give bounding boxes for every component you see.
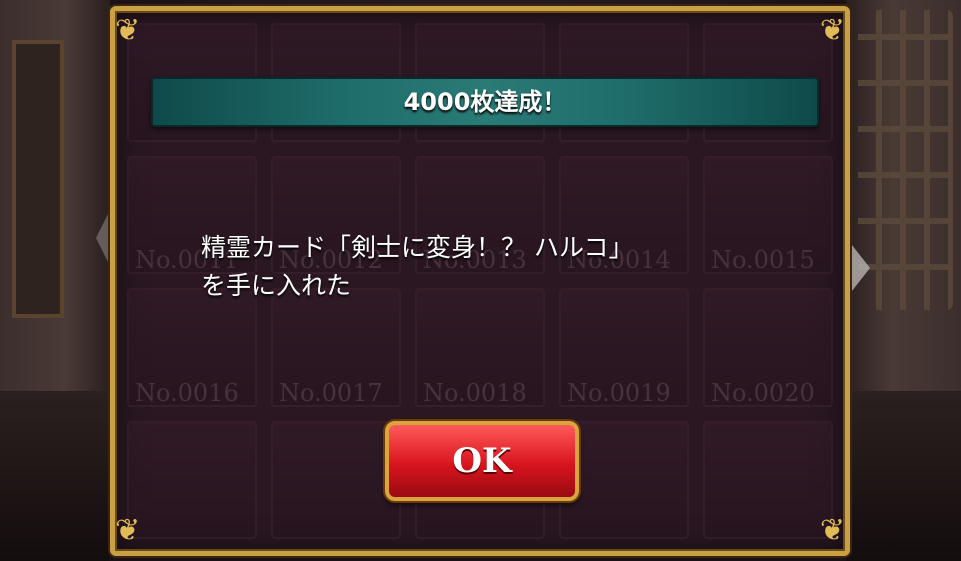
- background-wall-left: [0, 0, 110, 561]
- card-slot: No.0019: [559, 288, 689, 407]
- dialog-message: 精霊カード「剣士に変身！？ ハルコ」 を手に入れた: [201, 229, 801, 305]
- message-line-2: を手に入れた: [201, 271, 352, 300]
- card-number: No.0017: [279, 378, 383, 407]
- dialog-title-bar: 4000枚達成！: [151, 77, 819, 127]
- card-slot: [271, 420, 401, 539]
- card-number: No.0018: [423, 378, 527, 407]
- card-slot: No.0017: [271, 288, 401, 407]
- floor-right: [846, 391, 961, 561]
- card-slot: No.0020: [703, 288, 833, 407]
- card-slot: No.0016: [127, 288, 257, 407]
- card-slot: No.0018: [415, 288, 545, 407]
- next-page-arrow-icon: [848, 240, 870, 296]
- reward-dialog: No.0011 No.0012 No.0013 No.0014 No.0015 …: [110, 6, 850, 556]
- prev-page-arrow-icon: [96, 210, 110, 266]
- card-number: No.0020: [711, 378, 815, 407]
- card-number: No.0016: [135, 378, 239, 407]
- dialog-title: 4000枚達成！: [403, 88, 567, 116]
- ornament-top-right-icon: ❦: [819, 13, 845, 48]
- lattice-window: [858, 10, 953, 310]
- ok-button[interactable]: OK: [385, 421, 579, 501]
- ornament-bottom-left-icon: ❦: [115, 513, 141, 548]
- ok-button-label: OK: [452, 441, 512, 481]
- message-line-1: 精霊カード「剣士に変身！？ ハルコ」: [201, 233, 634, 262]
- floor-left: [0, 391, 110, 561]
- wall-frame: [12, 40, 64, 318]
- ornament-top-left-icon: ❦: [115, 13, 141, 48]
- card-number: No.0019: [567, 378, 671, 407]
- ornament-bottom-right-icon: ❦: [819, 513, 845, 548]
